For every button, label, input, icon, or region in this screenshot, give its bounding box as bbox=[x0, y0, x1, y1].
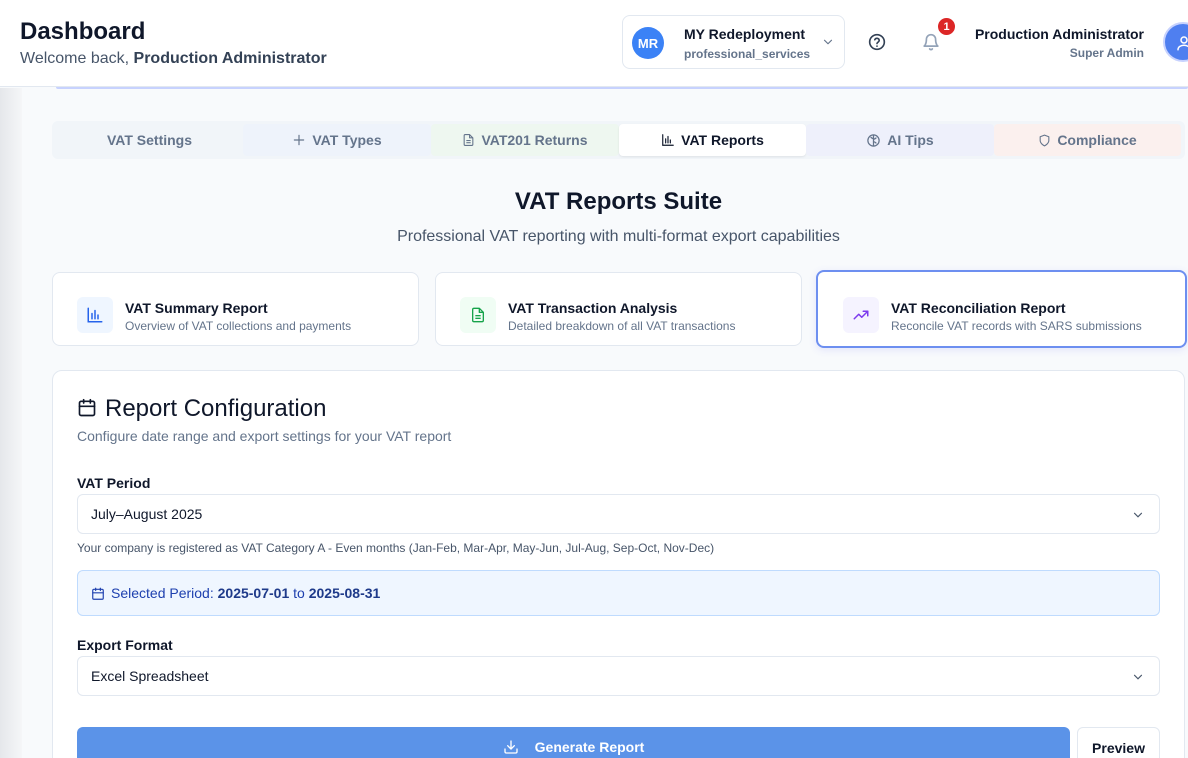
period-to: to bbox=[289, 585, 309, 601]
vat-period-select[interactable]: July–August 2025 bbox=[77, 494, 1160, 534]
tab-label: Compliance bbox=[1057, 132, 1137, 148]
chevron-down-icon bbox=[1133, 674, 1143, 680]
calendar-icon bbox=[92, 587, 104, 600]
bar-chart-icon bbox=[662, 134, 674, 146]
report-card-vat-summary[interactable]: VAT Summary Report Overview of VAT colle… bbox=[52, 272, 419, 346]
selected-period-box: Selected Period: 2025-07-01 to 2025-08-3… bbox=[77, 570, 1160, 616]
welcome-name: Production Administrator bbox=[133, 50, 327, 67]
selected-period-text: Selected Period: 2025-07-01 to 2025-08-3… bbox=[111, 585, 380, 601]
report-card-vat-transaction-analysis[interactable]: VAT Transaction Analysis Detailed breakd… bbox=[435, 272, 802, 346]
suite-subtitle: Professional VAT reporting with multi-fo… bbox=[397, 228, 840, 245]
top-header: Dashboard Welcome back, Production Admin… bbox=[0, 0, 1188, 87]
export-format-select[interactable]: Excel Spreadsheet bbox=[77, 656, 1160, 696]
vat-category-hint: Your company is registered as VAT Catego… bbox=[77, 541, 715, 555]
notification-badge: 1 bbox=[936, 16, 957, 37]
report-icon-box bbox=[460, 297, 496, 333]
report-icon-box bbox=[843, 297, 879, 333]
report-card-vat-reconciliation[interactable]: VAT Reconciliation Report Reconcile VAT … bbox=[816, 270, 1187, 348]
generate-report-label: Generate Report bbox=[534, 739, 645, 755]
tab-vat-settings[interactable]: VAT Settings bbox=[56, 124, 243, 156]
welcome-text: Welcome back, Production Administrator bbox=[20, 50, 327, 68]
download-icon bbox=[503, 740, 518, 754]
export-format-label: Export Format bbox=[77, 637, 173, 653]
tab-vat-reports[interactable]: VAT Reports bbox=[619, 124, 806, 156]
preview-label: Preview bbox=[1092, 740, 1145, 756]
tab-label: VAT Types bbox=[312, 132, 382, 148]
report-title: VAT Summary Report bbox=[125, 300, 268, 316]
report-title: VAT Reconciliation Report bbox=[891, 300, 1066, 316]
export-format-value: Excel Spreadsheet bbox=[91, 668, 209, 684]
user-name: Production Administrator bbox=[974, 26, 1144, 42]
help-circle-icon[interactable] bbox=[866, 31, 888, 53]
report-description: Reconcile VAT records with SARS submissi… bbox=[891, 319, 1142, 333]
period-end: 2025-08-31 bbox=[308, 585, 381, 601]
vat-period-label: VAT Period bbox=[77, 475, 151, 491]
period-start: 2025-07-01 bbox=[217, 585, 290, 601]
config-title: Report Configuration bbox=[105, 395, 327, 422]
suite-title: VAT Reports Suite bbox=[514, 188, 723, 215]
preview-button[interactable]: Preview bbox=[1077, 727, 1160, 758]
tab-label: VAT Settings bbox=[106, 132, 193, 148]
config-subtitle: Configure date range and export settings… bbox=[77, 428, 452, 444]
tab-vat-types[interactable]: VAT Types bbox=[243, 124, 431, 156]
report-description: Detailed breakdown of all VAT transactio… bbox=[508, 319, 736, 333]
tab-vat201-returns[interactable]: VAT201 Returns bbox=[431, 124, 619, 156]
selected-period-label: Selected Period: bbox=[111, 585, 218, 601]
divider bbox=[56, 87, 1188, 89]
org-name: MY Redeployment bbox=[684, 26, 806, 42]
bar-chart-icon bbox=[87, 307, 103, 323]
shield-icon bbox=[1039, 134, 1050, 146]
plus-icon bbox=[294, 134, 305, 146]
report-configuration-panel: Report Configuration Configure date rang… bbox=[52, 370, 1185, 758]
vat-period-value: July–August 2025 bbox=[91, 506, 203, 522]
tab-ai-tips[interactable]: AI Tips bbox=[806, 124, 994, 156]
welcome-prefix: Welcome back, bbox=[20, 50, 134, 67]
report-icon-box bbox=[77, 297, 113, 333]
file-text-icon bbox=[472, 307, 484, 323]
report-title: VAT Transaction Analysis bbox=[508, 300, 678, 316]
trending-up-icon bbox=[853, 310, 869, 320]
brain-icon bbox=[867, 133, 881, 147]
chevron-down-icon bbox=[1133, 512, 1143, 518]
user-icon bbox=[1177, 36, 1188, 51]
tab-label: VAT201 Returns bbox=[481, 132, 588, 148]
vat-tabs: VAT Settings VAT Types VAT201 Returns VA… bbox=[52, 121, 1185, 159]
organization-switcher[interactable]: MR MY Redeployment professional_services bbox=[622, 15, 845, 69]
user-avatar-button[interactable] bbox=[1163, 22, 1188, 62]
org-avatar: MR bbox=[632, 27, 664, 59]
tab-label: AI Tips bbox=[887, 132, 934, 148]
calendar-icon bbox=[78, 398, 96, 417]
page-title: Dashboard bbox=[20, 18, 146, 45]
org-type: professional_services bbox=[684, 47, 811, 61]
report-description: Overview of VAT collections and payments bbox=[125, 319, 352, 333]
tab-label: VAT Reports bbox=[681, 132, 764, 148]
chevron-down-icon bbox=[823, 39, 833, 45]
generate-report-button[interactable]: Generate Report bbox=[77, 727, 1070, 758]
file-text-icon bbox=[464, 134, 474, 146]
user-role: Super Admin bbox=[1069, 46, 1144, 60]
tab-compliance[interactable]: Compliance bbox=[994, 124, 1181, 156]
